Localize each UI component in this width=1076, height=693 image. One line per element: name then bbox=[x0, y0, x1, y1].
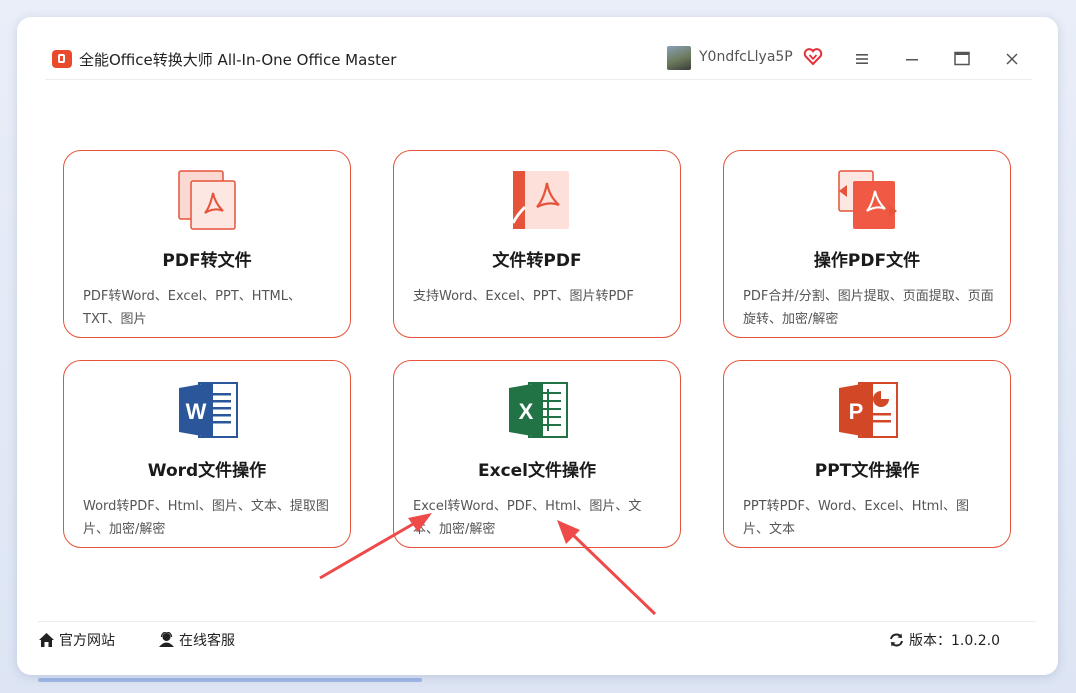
card-title: PDF转文件 bbox=[162, 251, 252, 271]
card-description: Word转PDF、Html、图片、文本、提取图片、加密/解密 bbox=[83, 499, 329, 537]
online-support-label: 在线客服 bbox=[179, 633, 235, 649]
vip-heart-icon[interactable] bbox=[803, 47, 823, 67]
support-icon bbox=[159, 632, 174, 647]
file-to-pdf-icon bbox=[511, 171, 569, 229]
menu-icon[interactable] bbox=[847, 45, 877, 73]
card-description: PPT转PDF、Word、Excel、Html、图片、文本 bbox=[743, 499, 969, 537]
maximize-icon[interactable] bbox=[947, 45, 977, 73]
card-description: 支持Word、Excel、PPT、图片转PDF bbox=[413, 289, 634, 304]
pdf-to-file-icon bbox=[178, 170, 236, 230]
svg-text:X: X bbox=[519, 399, 534, 424]
card-description: PDF转Word、Excel、PPT、HTML、TXT、图片 bbox=[83, 289, 301, 327]
card-ppt[interactable]: P PPT文件操作 PPT转PDF、Word、Excel、Html、图片、文本 bbox=[723, 360, 1011, 548]
word-icon: W bbox=[179, 382, 238, 438]
refresh-icon bbox=[890, 633, 903, 647]
username[interactable]: Y0ndfcLlya5P bbox=[699, 49, 793, 65]
background-scrollbar bbox=[38, 678, 422, 682]
card-title: Excel文件操作 bbox=[477, 461, 596, 481]
card-title: Word文件操作 bbox=[147, 461, 267, 481]
card-title: PPT文件操作 bbox=[814, 461, 920, 481]
home-icon bbox=[39, 633, 54, 647]
pdf-operate-icon bbox=[838, 170, 897, 229]
card-excel[interactable]: X Excel文件操作 Excel转Word、PDF、Html、图片、文本、加密… bbox=[393, 360, 681, 548]
version-label: 版本：1.0.2.0 bbox=[909, 633, 1000, 649]
footer-bar: 官方网站 在线客服 版本：1.0.2.0 bbox=[38, 621, 1036, 658]
official-website-label: 官方网站 bbox=[59, 633, 115, 649]
online-support-link[interactable]: 在线客服 bbox=[158, 630, 235, 650]
app-window: 全能Office转换大师 All-In-One Office Master Y0… bbox=[17, 17, 1058, 675]
card-pdf-operate[interactable]: 操作PDF文件 PDF合并/分割、图片提取、页面提取、页面旋转、加密/解密 bbox=[723, 150, 1011, 338]
title-bar: 全能Office转换大师 All-In-One Office Master Y0… bbox=[45, 45, 1032, 80]
avatar[interactable] bbox=[667, 46, 691, 70]
app-logo-icon bbox=[52, 50, 72, 68]
svg-text:P: P bbox=[849, 399, 864, 424]
official-website-link[interactable]: 官方网站 bbox=[38, 630, 115, 650]
card-description: PDF合并/分割、图片提取、页面提取、页面旋转、加密/解密 bbox=[743, 289, 994, 327]
minimize-icon[interactable] bbox=[897, 45, 927, 73]
close-icon[interactable] bbox=[997, 45, 1027, 73]
svg-text:W: W bbox=[186, 399, 207, 424]
card-word[interactable]: W Word文件操作 Word转PDF、Html、图片、文本、提取图片、加密/解… bbox=[63, 360, 351, 548]
ppt-icon: P bbox=[839, 382, 898, 438]
card-file-to-pdf[interactable]: 文件转PDF 支持Word、Excel、PPT、图片转PDF bbox=[393, 150, 681, 338]
excel-icon: X bbox=[509, 382, 568, 438]
card-title: 操作PDF文件 bbox=[813, 251, 921, 271]
card-pdf-to-file[interactable]: PDF转文件 PDF转Word、Excel、PPT、HTML、TXT、图片 bbox=[63, 150, 351, 338]
app-title: 全能Office转换大师 All-In-One Office Master bbox=[79, 51, 397, 69]
card-description: Excel转Word、PDF、Html、图片、文本、加密/解密 bbox=[413, 499, 642, 537]
version-info[interactable]: 版本：1.0.2.0 bbox=[888, 630, 1000, 650]
card-title: 文件转PDF bbox=[492, 251, 582, 271]
